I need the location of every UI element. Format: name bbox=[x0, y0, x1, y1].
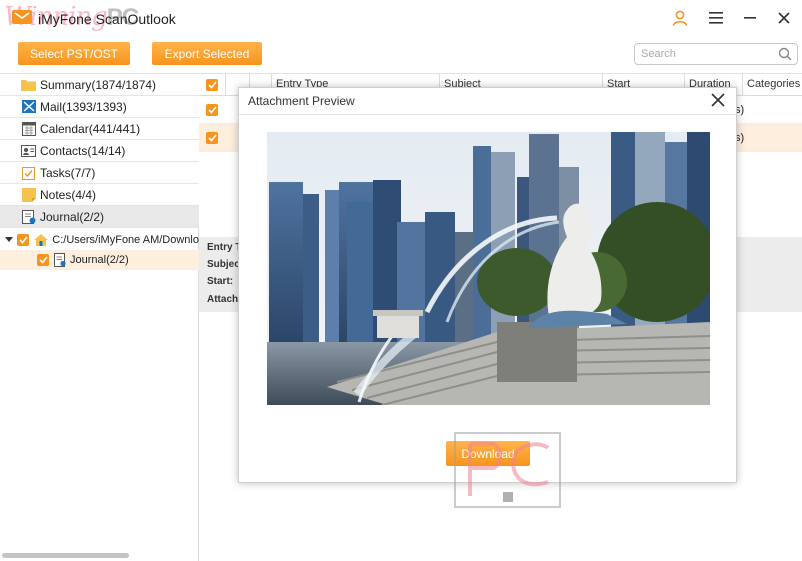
chevron-down-icon[interactable] bbox=[5, 237, 14, 243]
dialog-title: Attachment Preview bbox=[248, 94, 355, 108]
hamburger-icon bbox=[709, 12, 723, 24]
account-button[interactable] bbox=[668, 6, 692, 30]
close-icon bbox=[778, 12, 790, 24]
detail-label-subject: Subjec bbox=[207, 259, 240, 270]
journal-checkbox[interactable] bbox=[37, 254, 49, 266]
sidebar-item-notes[interactable]: Notes(4/4) bbox=[0, 184, 199, 206]
watermark-logo bbox=[454, 432, 561, 508]
journal-icon bbox=[54, 253, 66, 267]
notes-icon bbox=[21, 187, 36, 202]
detail-label-attachment: Attach bbox=[207, 294, 239, 305]
search-icon[interactable] bbox=[777, 46, 793, 62]
minimize-button[interactable] bbox=[738, 6, 762, 30]
user-icon bbox=[672, 10, 688, 26]
sidebar-item-summary[interactable]: Summary(1874/1874) bbox=[0, 74, 199, 96]
export-selected-button[interactable]: Export Selected bbox=[152, 42, 262, 65]
root-checkbox[interactable] bbox=[17, 234, 30, 246]
detail-label-entry-type: Entry T bbox=[207, 242, 242, 253]
app-title: iMyFone ScanOutlook bbox=[38, 11, 176, 27]
toolbar: Select PST/OST Export Selected bbox=[0, 36, 802, 74]
mail-icon bbox=[21, 100, 36, 114]
sidebar-item-label: Journal(2/2) bbox=[40, 209, 105, 224]
search-box bbox=[634, 43, 798, 65]
sidebar-item-label: Summary(1874/1874) bbox=[40, 77, 157, 92]
detail-label-start: Start: bbox=[207, 276, 234, 287]
sidebar-item-label: Mail(1393/1393) bbox=[40, 99, 127, 114]
sidebar-item-contacts[interactable]: Contacts(14/14) bbox=[0, 140, 199, 162]
sidebar: Summary(1874/1874) Mail(1393/1393) Calen… bbox=[0, 74, 199, 561]
sidebar-item-mail[interactable]: Mail(1393/1393) bbox=[0, 96, 199, 118]
close-icon[interactable] bbox=[710, 92, 726, 108]
row-checkbox[interactable] bbox=[206, 104, 218, 116]
journal-icon bbox=[21, 209, 36, 224]
column-header-categories[interactable]: Categories bbox=[742, 74, 802, 96]
sidebar-item-tasks[interactable]: Tasks(7/7) bbox=[0, 162, 199, 184]
row-checkbox[interactable] bbox=[206, 132, 218, 144]
tree-node-journal[interactable]: Journal(2/2) bbox=[0, 250, 199, 270]
tree-path-label: C:/Users/iMyFone AM/Downlo bbox=[52, 234, 199, 246]
menu-button[interactable] bbox=[704, 6, 728, 30]
search-input[interactable] bbox=[635, 44, 769, 64]
app-logo-icon bbox=[12, 10, 32, 24]
sidebar-item-label: Contacts(14/14) bbox=[40, 143, 126, 158]
title-bar: WinningPC iMyFone ScanOutlook bbox=[0, 0, 802, 36]
sidebar-item-label: Tasks(7/7) bbox=[40, 165, 96, 180]
home-folder-icon bbox=[34, 234, 49, 246]
folder-icon bbox=[21, 78, 36, 92]
attachment-image bbox=[267, 132, 710, 405]
close-window-button[interactable] bbox=[772, 6, 796, 30]
select-all-checkbox[interactable] bbox=[206, 79, 218, 91]
select-pst-ost-button[interactable]: Select PST/OST bbox=[18, 42, 130, 65]
minimize-icon bbox=[744, 17, 756, 19]
contacts-icon bbox=[21, 144, 36, 158]
sidebar-item-label: Notes(4/4) bbox=[40, 187, 97, 202]
calendar-icon bbox=[21, 121, 36, 136]
sidebar-scrollbar[interactable] bbox=[2, 553, 129, 558]
tree-journal-label: Journal(2/2) bbox=[70, 254, 129, 266]
sidebar-item-label: Calendar(441/441) bbox=[40, 121, 141, 136]
attachment-preview-dialog: Attachment Preview Download bbox=[238, 87, 737, 483]
sidebar-item-calendar[interactable]: Calendar(441/441) bbox=[0, 118, 199, 140]
tasks-icon bbox=[21, 166, 36, 180]
dialog-divider bbox=[239, 114, 736, 115]
tree-node-root[interactable]: C:/Users/iMyFone AM/Downlo bbox=[0, 230, 199, 250]
sidebar-item-journal[interactable]: Journal(2/2) bbox=[0, 206, 199, 228]
